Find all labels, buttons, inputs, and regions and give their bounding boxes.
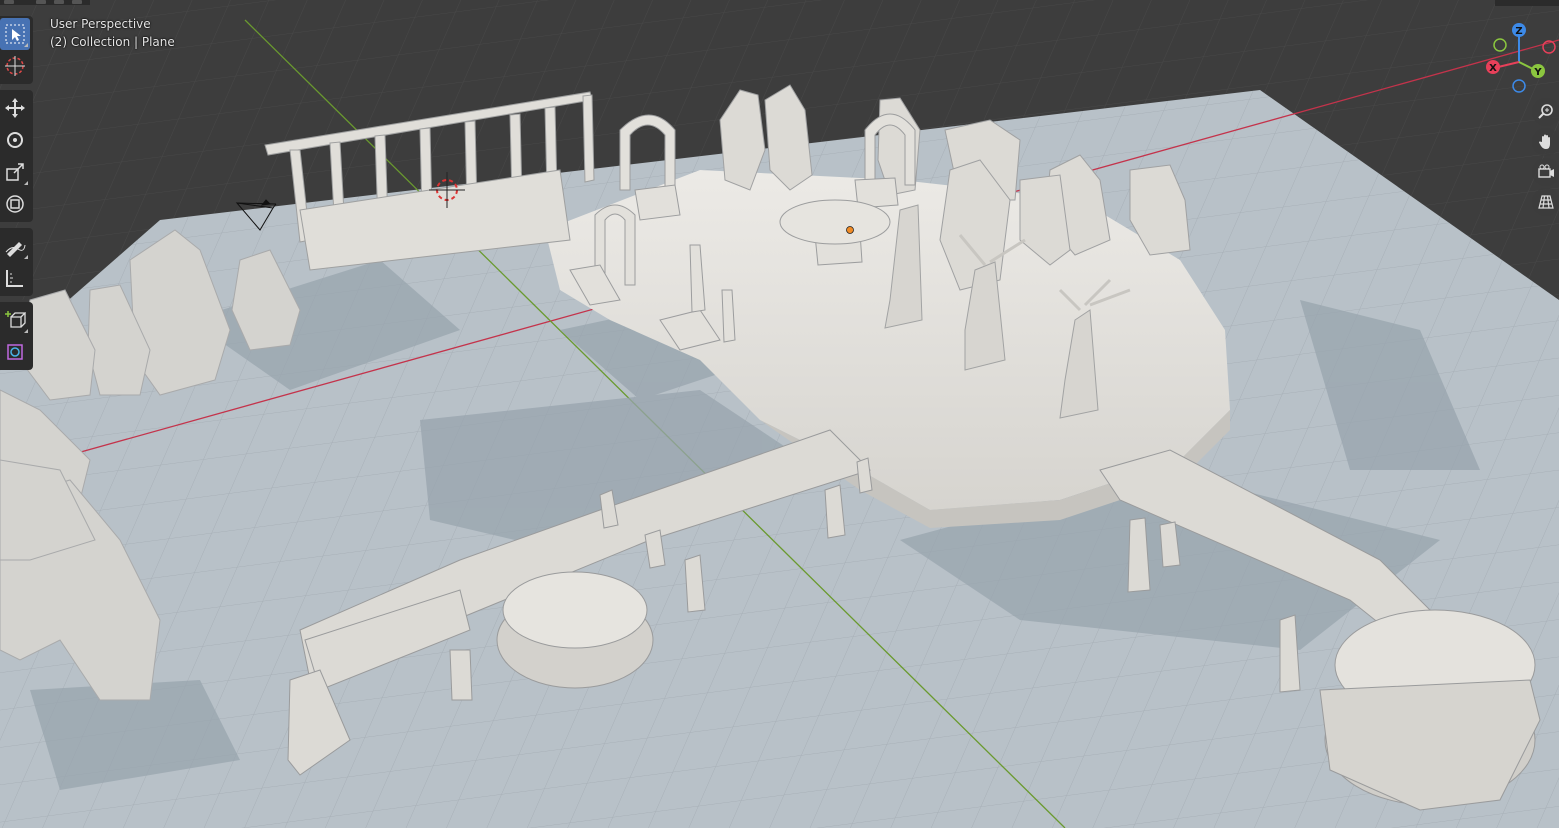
neg-x-axis-ball[interactable]	[1542, 40, 1556, 54]
tool-group-select	[0, 16, 33, 84]
3d-viewport[interactable]: User Perspective (2) Collection | Plane	[0, 0, 1559, 828]
camera-view-button[interactable]	[1532, 158, 1559, 186]
neg-y-axis-ball[interactable]	[1493, 38, 1507, 52]
scene-render[interactable]	[0, 0, 1559, 828]
x-axis-label: X	[1489, 63, 1497, 74]
move-tool[interactable]	[0, 92, 30, 124]
extra-tool[interactable]	[0, 336, 30, 368]
scale-tool[interactable]	[0, 156, 30, 188]
zoom-icon	[1538, 104, 1553, 119]
ortho-toggle-button[interactable]	[1532, 188, 1559, 216]
add-cube-tool[interactable]	[0, 304, 30, 336]
nav-buttons	[1532, 98, 1559, 218]
pan-hand-icon	[1538, 134, 1550, 149]
transform-icon	[6, 195, 24, 213]
view-title: User Perspective	[50, 17, 151, 31]
cursor-tool[interactable]	[0, 50, 30, 82]
annotate-icon	[5, 242, 26, 257]
measure-icon	[6, 270, 23, 287]
tool-shelf	[0, 16, 33, 376]
header-right-stub	[1495, 0, 1559, 6]
zoom-button[interactable]	[1532, 98, 1559, 126]
measure-tool[interactable]	[0, 262, 30, 294]
rotate-icon	[7, 132, 23, 148]
z-axis-label: Z	[1515, 26, 1522, 37]
navigation-gizmo[interactable]: Z X Y	[1482, 20, 1559, 100]
neg-z-axis-ball[interactable]	[1512, 79, 1526, 93]
select-box-tool[interactable]	[0, 18, 30, 50]
scale-icon	[6, 163, 24, 181]
rotate-tool[interactable]	[0, 124, 30, 156]
cursor-icon	[5, 56, 25, 76]
tool-group-add	[0, 302, 33, 370]
selected-origin-dot[interactable]	[846, 226, 854, 234]
pan-button[interactable]	[1532, 128, 1559, 156]
tool-group-annotate	[0, 228, 33, 296]
y-axis-label: Y	[1533, 67, 1542, 78]
header-stub	[0, 0, 90, 5]
ortho-grid-icon	[1538, 195, 1554, 209]
tool-group-transform	[0, 90, 33, 222]
camera-view-icon	[1538, 164, 1554, 178]
annotate-tool[interactable]	[0, 230, 30, 262]
extra-tool-icon	[7, 344, 23, 360]
view-subtitle: (2) Collection | Plane	[50, 35, 175, 49]
transform-tool[interactable]	[0, 188, 30, 220]
select-box-icon	[5, 24, 25, 44]
add-cube-icon	[5, 311, 26, 328]
move-icon	[5, 98, 25, 118]
